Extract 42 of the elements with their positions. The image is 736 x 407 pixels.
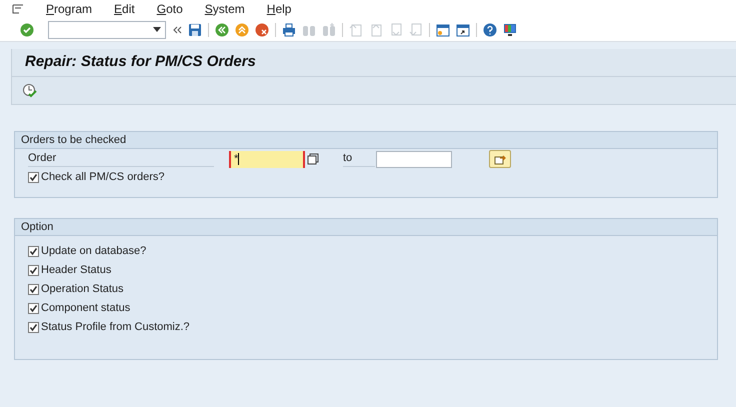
- checkbox-label: Status Profile from Customiz.?: [41, 320, 190, 336]
- menu-icon[interactable]: [12, 4, 24, 14]
- checkbox-label: Check all PM/CS orders?: [41, 170, 164, 186]
- menu-item[interactable]: Program: [46, 0, 92, 18]
- checkbox[interactable]: [28, 265, 39, 276]
- menu-item[interactable]: Edit: [114, 0, 135, 18]
- menu-item[interactable]: Help: [266, 0, 292, 18]
- screen-title: Repair: Status for PM/CS Orders: [25, 52, 256, 72]
- execute-icon[interactable]: [22, 83, 37, 98]
- multiple-selection-icon[interactable]: [307, 153, 319, 165]
- collapse-icon[interactable]: [172, 24, 182, 34]
- field-label: Order: [28, 151, 56, 166]
- input-field[interactable]: *: [229, 150, 305, 168]
- menu-item[interactable]: System: [204, 0, 245, 18]
- checkbox[interactable]: [28, 322, 39, 333]
- monitor-icon[interactable]: [503, 22, 517, 36]
- checkbox-label: Operation Status: [41, 282, 124, 298]
- group-title: Orders to be checked: [21, 132, 126, 148]
- printer-icon[interactable]: [282, 22, 296, 36]
- help-icon[interactable]: [483, 22, 497, 36]
- input-field[interactable]: [376, 150, 452, 168]
- caret-icon[interactable]: [153, 27, 161, 32]
- cancel-icon[interactable]: [255, 22, 269, 36]
- shortcut-icon[interactable]: [456, 22, 470, 36]
- group-title: Option: [21, 220, 54, 235]
- checkbox[interactable]: [28, 246, 39, 257]
- save-icon[interactable]: [188, 22, 202, 36]
- menu-item[interactable]: Goto: [156, 0, 183, 18]
- new-window-icon[interactable]: [436, 22, 450, 36]
- arrow-icon: [494, 154, 506, 164]
- command-field[interactable]: [48, 20, 166, 38]
- checkbox-label: Update on database?: [41, 244, 146, 260]
- checkbox-label: Header Status: [41, 263, 112, 278]
- back-icon[interactable]: [215, 22, 229, 36]
- checkbox[interactable]: [28, 303, 39, 314]
- checkbox[interactable]: [28, 284, 39, 295]
- multiple-selection-button[interactable]: [489, 150, 511, 168]
- enter-icon[interactable]: [20, 22, 34, 36]
- field-label: to: [343, 151, 352, 166]
- checkbox[interactable]: [28, 172, 39, 183]
- text-cursor: [238, 153, 240, 165]
- checkbox-label: Component status: [41, 301, 130, 316]
